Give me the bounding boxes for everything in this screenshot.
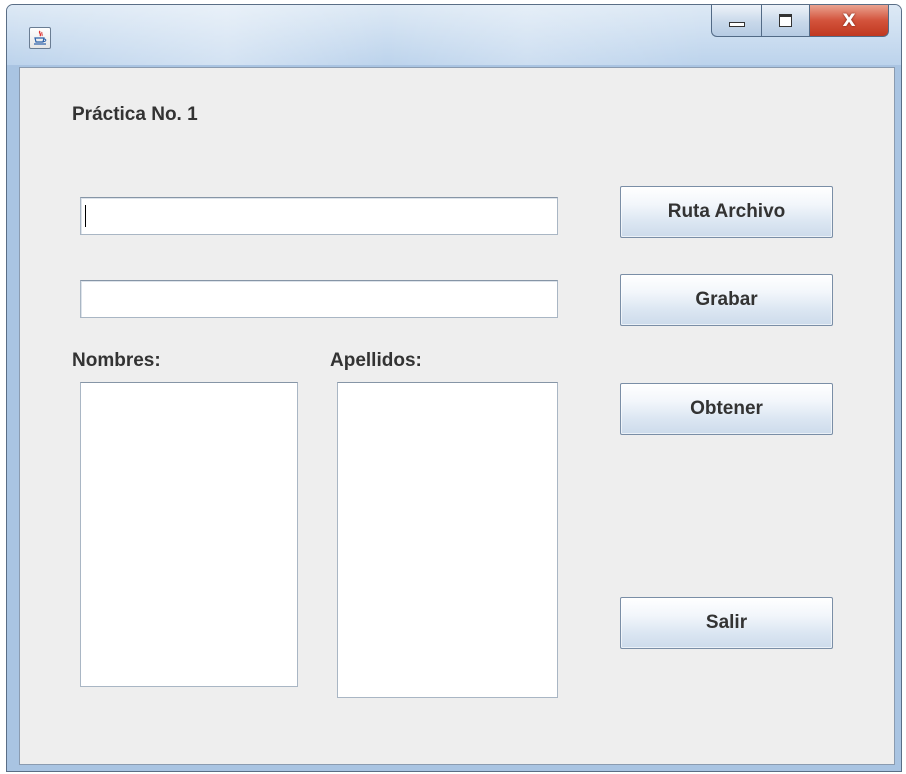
nombres-label: Nombres:	[72, 350, 161, 371]
grabar-button[interactable]: Grabar	[620, 274, 833, 326]
nombres-list[interactable]	[80, 382, 298, 687]
minimize-button[interactable]	[711, 5, 761, 37]
text-caret	[85, 205, 86, 227]
close-button[interactable]: X	[809, 5, 889, 37]
close-icon: X	[842, 10, 856, 31]
apellidos-list[interactable]	[337, 382, 558, 698]
java-cup-icon[interactable]	[29, 27, 51, 49]
title-bar[interactable]: X	[7, 5, 901, 65]
maximize-icon	[779, 14, 792, 27]
minimize-icon	[728, 22, 745, 27]
record-input[interactable]	[80, 280, 558, 318]
path-input[interactable]	[80, 197, 558, 235]
maximize-button[interactable]	[761, 5, 809, 37]
salir-button[interactable]: Salir	[620, 597, 833, 649]
obtener-button[interactable]: Obtener	[620, 383, 833, 435]
window-controls: X	[711, 5, 889, 37]
app-window: X Práctica No. 1 Nombres: Apellidos: Rut…	[6, 4, 902, 772]
page-title: Práctica No. 1	[72, 104, 198, 125]
ruta-archivo-button[interactable]: Ruta Archivo	[620, 186, 833, 238]
apellidos-label: Apellidos:	[330, 350, 422, 371]
client-area: Práctica No. 1 Nombres: Apellidos: Ruta …	[19, 67, 895, 765]
java-cup-icon-glyph	[34, 30, 47, 45]
